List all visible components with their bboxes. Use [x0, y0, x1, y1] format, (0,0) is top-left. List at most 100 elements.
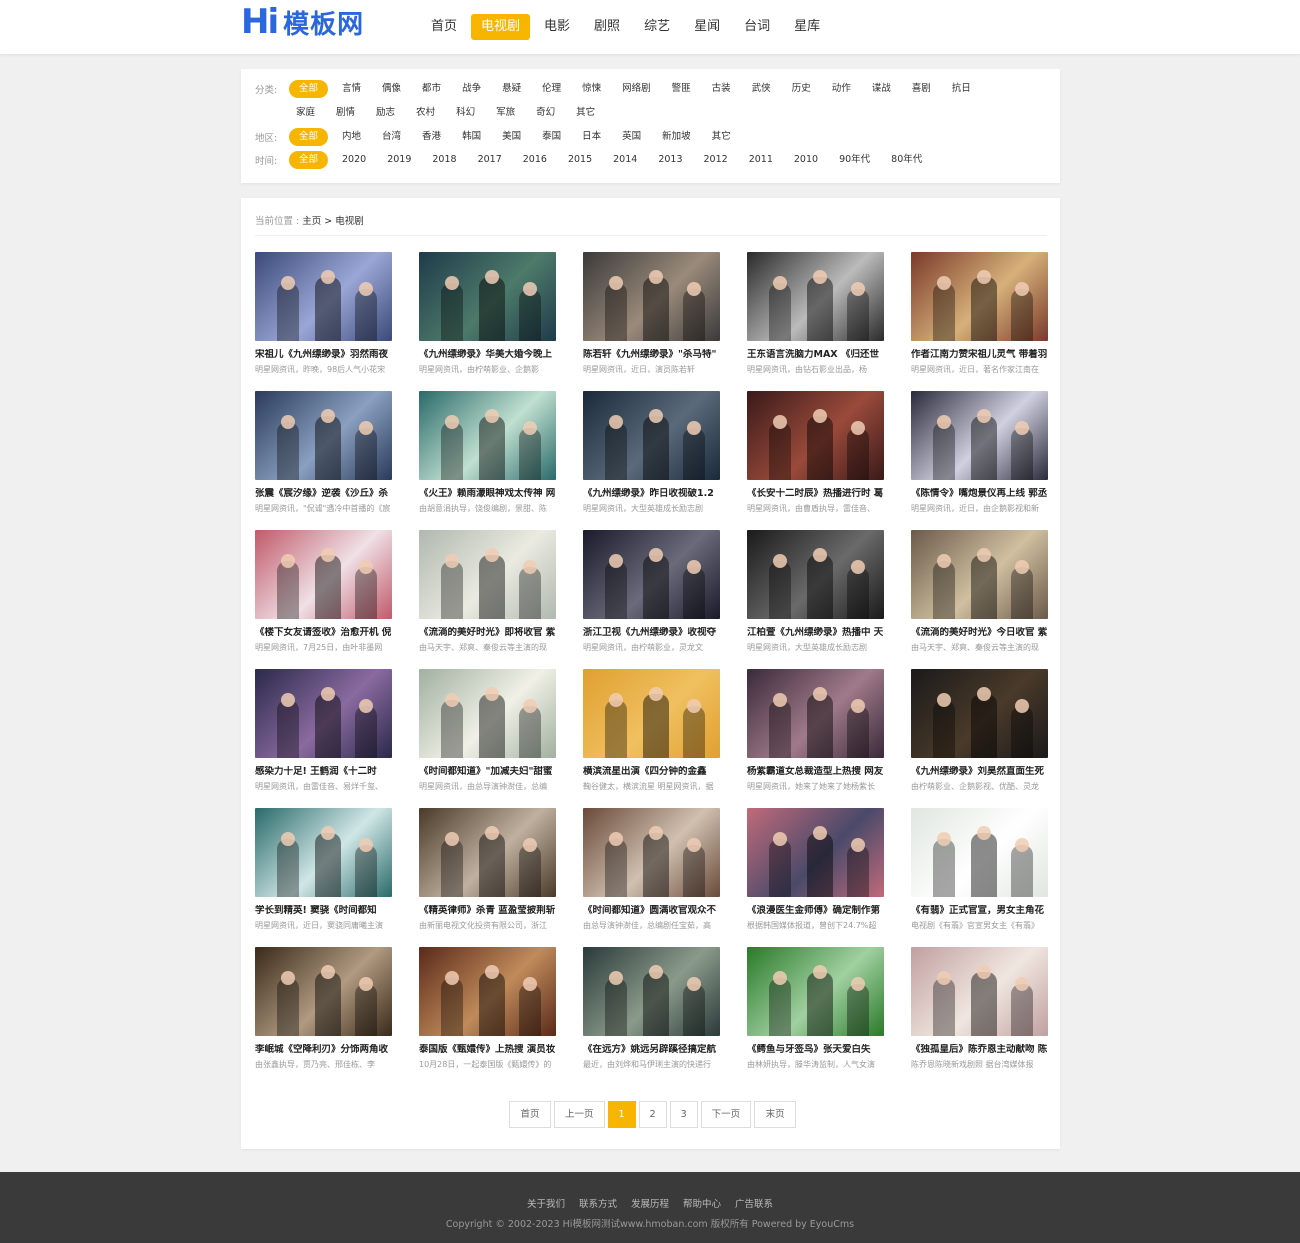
nav-item-6[interactable]: 台词 [734, 14, 780, 40]
card-title[interactable]: 江柏萱《九州缥缈录》热播中 天 [747, 627, 884, 639]
filter-time-8[interactable]: 2013 [651, 151, 689, 169]
tv-card[interactable]: 《独孤皇后》陈乔恩主动献吻 陈陈乔恩陈晓新戏剧照 据台湾媒体报 [911, 947, 1048, 1077]
card-thumbnail[interactable] [255, 947, 392, 1036]
card-thumbnail[interactable] [911, 391, 1048, 480]
tv-card[interactable]: 《精英律师》杀青 蓝盈莹披荆斩 由新丽电视文化投资有限公司，浙江 [419, 808, 556, 938]
pager-next[interactable]: 下一页 [700, 1101, 752, 1128]
footer-link-4[interactable]: 广告联系 [735, 1199, 773, 1210]
card-title[interactable]: 泰国版《甄嬛传》上热搜 演员妆 [419, 1044, 556, 1056]
filter-region-8[interactable]: 英国 [615, 128, 648, 146]
card-thumbnail[interactable] [747, 947, 884, 1036]
filter-time-2[interactable]: 2019 [380, 151, 418, 169]
tv-card[interactable]: 《在远方》姚远另辟蹊径搞定航 最近，由刘烨和马伊琍主演的快递行 [583, 947, 720, 1077]
tv-card[interactable]: 《浪漫医生金师傅》确定制作第 根据韩国媒体报道，曾创下24.7%超 [747, 808, 884, 938]
tv-card[interactable]: 《火王》赖雨濛眼神戏太传神 网由胡意涓执导，饶俊编剧，景甜、陈 [419, 391, 556, 521]
tv-card[interactable]: 陈若轩《九州缥缈录》"杀马特" 明星网资讯，近日，演员陈若轩 [583, 252, 720, 382]
card-thumbnail[interactable] [583, 669, 720, 758]
breadcrumb-home[interactable]: 主页 [302, 216, 321, 227]
card-thumbnail[interactable] [747, 530, 884, 619]
card-thumbnail[interactable] [747, 808, 884, 897]
card-title[interactable]: 宋祖儿《九州缥缈录》羽然雨夜 [255, 349, 392, 361]
filter-category-10[interactable]: 古装 [705, 80, 738, 98]
card-title[interactable]: 《浪漫医生金师傅》确定制作第 [747, 905, 884, 917]
tv-card[interactable]: 宋祖儿《九州缥缈录》羽然雨夜 明星网资讯，昨晚，98后人气小花宋 [255, 252, 392, 382]
tv-card[interactable]: 《鳄鱼与牙签鸟》张天爱白失 由林妍执导，滕华涛监制，人气女演 [747, 947, 884, 1077]
card-thumbnail[interactable] [583, 391, 720, 480]
card-title[interactable]: 《陈情令》嘴炮景仪再上线 郭丞 [911, 488, 1048, 500]
filter-category-1[interactable]: 言情 [335, 80, 368, 98]
tv-card[interactable]: 李岷城《空降利刃》分饰两角收 由张鑫执导，贾乃亮、邢佳栋、李 [255, 947, 392, 1077]
card-title[interactable]: 《时间都知道》"加减夫妇"甜蜜 [419, 766, 556, 778]
tv-card[interactable]: 作者江南力赞宋祖儿灵气 带着羽 明星网资讯，近日，著名作家江南在 [911, 252, 1048, 382]
tv-card[interactable]: 感染力十足! 王鹤润《十二时 明星网资讯，由雷佳音、易烊千玺、 [255, 669, 392, 799]
card-title[interactable]: 《长安十二时辰》热播进行时 葛 [747, 488, 884, 500]
pager-page-2[interactable]: 2 [638, 1101, 667, 1128]
filter-category-0[interactable]: 全部 [289, 80, 329, 98]
card-title[interactable]: 学长到精英! 窦骁《时间都知 [255, 905, 392, 917]
card-thumbnail[interactable] [255, 669, 392, 758]
filter-category-3[interactable]: 都市 [415, 80, 448, 98]
filter-time-5[interactable]: 2016 [516, 151, 554, 169]
card-thumbnail[interactable] [419, 252, 556, 341]
nav-item-5[interactable]: 星闻 [684, 14, 730, 40]
nav-item-7[interactable]: 星库 [784, 14, 830, 40]
card-thumbnail[interactable] [583, 808, 720, 897]
filter-region-5[interactable]: 美国 [495, 128, 528, 146]
card-thumbnail[interactable] [419, 669, 556, 758]
card-thumbnail[interactable] [911, 669, 1048, 758]
tv-card[interactable]: 《有翡》正式官宣，男女主角花 电视剧《有翡》官宣男女主《有翡》 [911, 808, 1048, 938]
filter-time-9[interactable]: 2012 [697, 151, 735, 169]
card-title[interactable]: 《九州缥缈录》华美大婚今晚上 [419, 349, 556, 361]
card-title[interactable]: 《有翡》正式官宣，男女主角花 [911, 905, 1048, 917]
filter-time-1[interactable]: 2020 [335, 151, 373, 169]
pager-page-3[interactable]: 3 [669, 1101, 698, 1128]
filter-time-0[interactable]: 全部 [289, 151, 329, 169]
tv-card[interactable]: 泰国版《甄嬛传》上热搜 演员妆 10月28日，一起泰国版《甄嬛传》的 [419, 947, 556, 1077]
filter-time-6[interactable]: 2015 [561, 151, 599, 169]
filter-category2-2[interactable]: 励志 [369, 104, 402, 122]
filter-category2-0[interactable]: 家庭 [289, 104, 322, 122]
card-thumbnail[interactable] [255, 530, 392, 619]
nav-item-3[interactable]: 剧照 [584, 14, 630, 40]
filter-time-3[interactable]: 2018 [425, 151, 463, 169]
filter-region-4[interactable]: 韩国 [455, 128, 488, 146]
card-thumbnail[interactable] [255, 391, 392, 480]
tv-card[interactable]: 杨紫霸道女总裁造型上热搜 网友 明星网资讯，她来了她来了她杨紫长 [747, 669, 884, 799]
pager-last[interactable]: 末页 [754, 1101, 797, 1128]
filter-category-7[interactable]: 惊悚 [575, 80, 608, 98]
card-title[interactable]: 张震《宸汐缘》逆袭《沙丘》杀 [255, 488, 392, 500]
pager-prev[interactable]: 上一页 [554, 1101, 605, 1128]
card-thumbnail[interactable] [747, 391, 884, 480]
filter-region-10[interactable]: 其它 [705, 128, 738, 146]
filter-category-15[interactable]: 喜剧 [905, 80, 938, 98]
filter-category-12[interactable]: 历史 [785, 80, 818, 98]
filter-category2-7[interactable]: 其它 [569, 104, 602, 122]
tv-card[interactable]: 《陈情令》嘴炮景仪再上线 郭丞 明星网资讯，近日，由企鹅影视和新 [911, 391, 1048, 521]
filter-region-1[interactable]: 内地 [335, 128, 368, 146]
filter-category2-4[interactable]: 科幻 [449, 104, 482, 122]
filter-category2-1[interactable]: 剧情 [329, 104, 362, 122]
filter-time-7[interactable]: 2014 [606, 151, 644, 169]
filter-region-3[interactable]: 香港 [415, 128, 448, 146]
card-title[interactable]: 《精英律师》杀青 蓝盈莹披荆斩 [419, 905, 556, 917]
tv-card[interactable]: 《时间都知道》圆满收官观众不 由总导演钟澍佳，总编剧任宝茹，高 [583, 808, 720, 938]
filter-region-7[interactable]: 日本 [575, 128, 608, 146]
filter-time-13[interactable]: 80年代 [884, 151, 929, 169]
filter-time-10[interactable]: 2011 [742, 151, 780, 169]
card-title[interactable]: 王东语言洗脑力MAX 《归还世 [747, 349, 884, 361]
breadcrumb-current[interactable]: 电视剧 [335, 216, 364, 227]
filter-category-11[interactable]: 武侠 [745, 80, 778, 98]
card-thumbnail[interactable] [911, 947, 1048, 1036]
footer-link-0[interactable]: 关于我们 [527, 1199, 565, 1210]
card-title[interactable]: 《楼下女友请签收》治愈开机 倪 [255, 627, 392, 639]
tv-card[interactable]: 江柏萱《九州缥缈录》热播中 天明星网资讯，大型英雄成长励志剧 [747, 530, 884, 660]
card-thumbnail[interactable] [911, 252, 1048, 341]
footer-link-3[interactable]: 帮助中心 [683, 1199, 721, 1210]
card-thumbnail[interactable] [255, 252, 392, 341]
card-title[interactable]: 《流淌的美好时光》今日收官 紫 [911, 627, 1048, 639]
card-thumbnail[interactable] [747, 252, 884, 341]
card-title[interactable]: 李岷城《空降利刃》分饰两角收 [255, 1044, 392, 1056]
card-thumbnail[interactable] [747, 669, 884, 758]
card-title[interactable]: 《鳄鱼与牙签鸟》张天爱白失 [747, 1044, 884, 1056]
filter-region-2[interactable]: 台湾 [375, 128, 408, 146]
